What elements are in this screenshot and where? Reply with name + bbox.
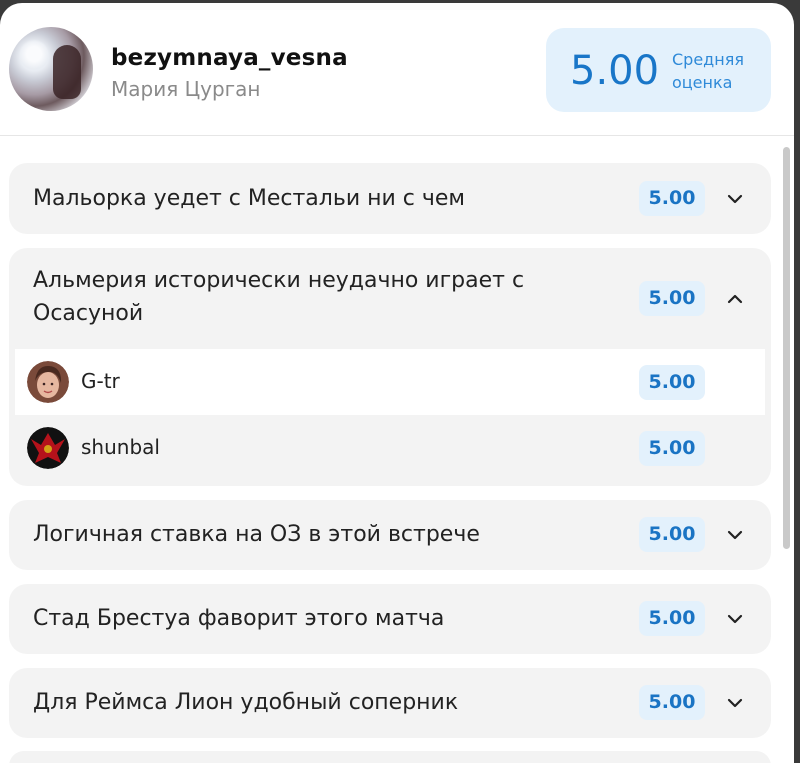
prediction-score-badge: 5.00 (639, 601, 705, 636)
chevron-down-icon[interactable] (726, 526, 744, 544)
chevron-down-icon[interactable] (726, 694, 744, 712)
rater-avatar[interactable] (27, 427, 69, 469)
prediction-card-partial[interactable] (9, 751, 771, 763)
rating-row: G-tr 5.00 (15, 349, 765, 415)
prediction-score-badge: 5.00 (639, 181, 705, 216)
chevron-down-icon[interactable] (726, 610, 744, 628)
profile-ratings-panel: bezymnaya_vesna Мария Цурган 5.00 Средня… (0, 3, 794, 763)
scrollbar-thumb[interactable] (783, 147, 790, 549)
prediction-score-badge: 5.00 (639, 281, 705, 316)
prediction-title: Мальорка уедет с Местальи ни с чем (33, 186, 465, 211)
user-avatar[interactable] (9, 27, 93, 111)
average-score-box: 5.00 Средняя оценка (546, 28, 771, 112)
prediction-title: Для Реймса Лион удобный соперник (33, 690, 459, 715)
prediction-card[interactable]: Стад Брестуа фаворит этого матча 5.00 (9, 584, 771, 654)
rating-row: shunbal 5.00 (15, 415, 765, 481)
prediction-card[interactable]: Мальорка уедет с Местальи ни с чем 5.00 (9, 163, 771, 234)
prediction-title: Альмерия исторически неудачно играет с О… (33, 268, 525, 326)
prediction-title: Логичная ставка на ОЗ в этой встрече (33, 522, 480, 547)
chevron-up-icon[interactable] (726, 290, 744, 308)
prediction-card[interactable]: Для Реймса Лион удобный соперник 5.00 (9, 668, 771, 738)
average-score-value: 5.00 (570, 48, 660, 94)
prediction-title: Стад Брестуа фаворит этого матча (33, 606, 445, 631)
rater-name[interactable]: G-tr (81, 369, 120, 393)
prediction-card-expanded[interactable]: Альмерия исторически неудачно играет с О… (9, 248, 771, 486)
prediction-score-badge: 5.00 (639, 685, 705, 720)
real-name: Мария Цурган (111, 77, 261, 101)
rater-avatar[interactable] (27, 361, 69, 403)
prediction-card[interactable]: Логичная ставка на ОЗ в этой встрече 5.0… (9, 500, 771, 570)
profile-header: bezymnaya_vesna Мария Цурган 5.00 Средня… (0, 3, 794, 136)
rater-score-badge: 5.00 (639, 365, 705, 400)
username[interactable]: bezymnaya_vesna (111, 45, 348, 71)
avatar-figure (53, 45, 81, 99)
prediction-score-badge: 5.00 (639, 517, 705, 552)
rater-name[interactable]: shunbal (81, 435, 160, 459)
predictions-list[interactable]: Мальорка уедет с Местальи ни с чем 5.00 … (0, 137, 794, 763)
rater-score-badge: 5.00 (639, 431, 705, 466)
average-score-caption: Средняя оценка (672, 50, 744, 92)
avatar-light (19, 39, 49, 69)
chevron-down-icon[interactable] (726, 190, 744, 208)
